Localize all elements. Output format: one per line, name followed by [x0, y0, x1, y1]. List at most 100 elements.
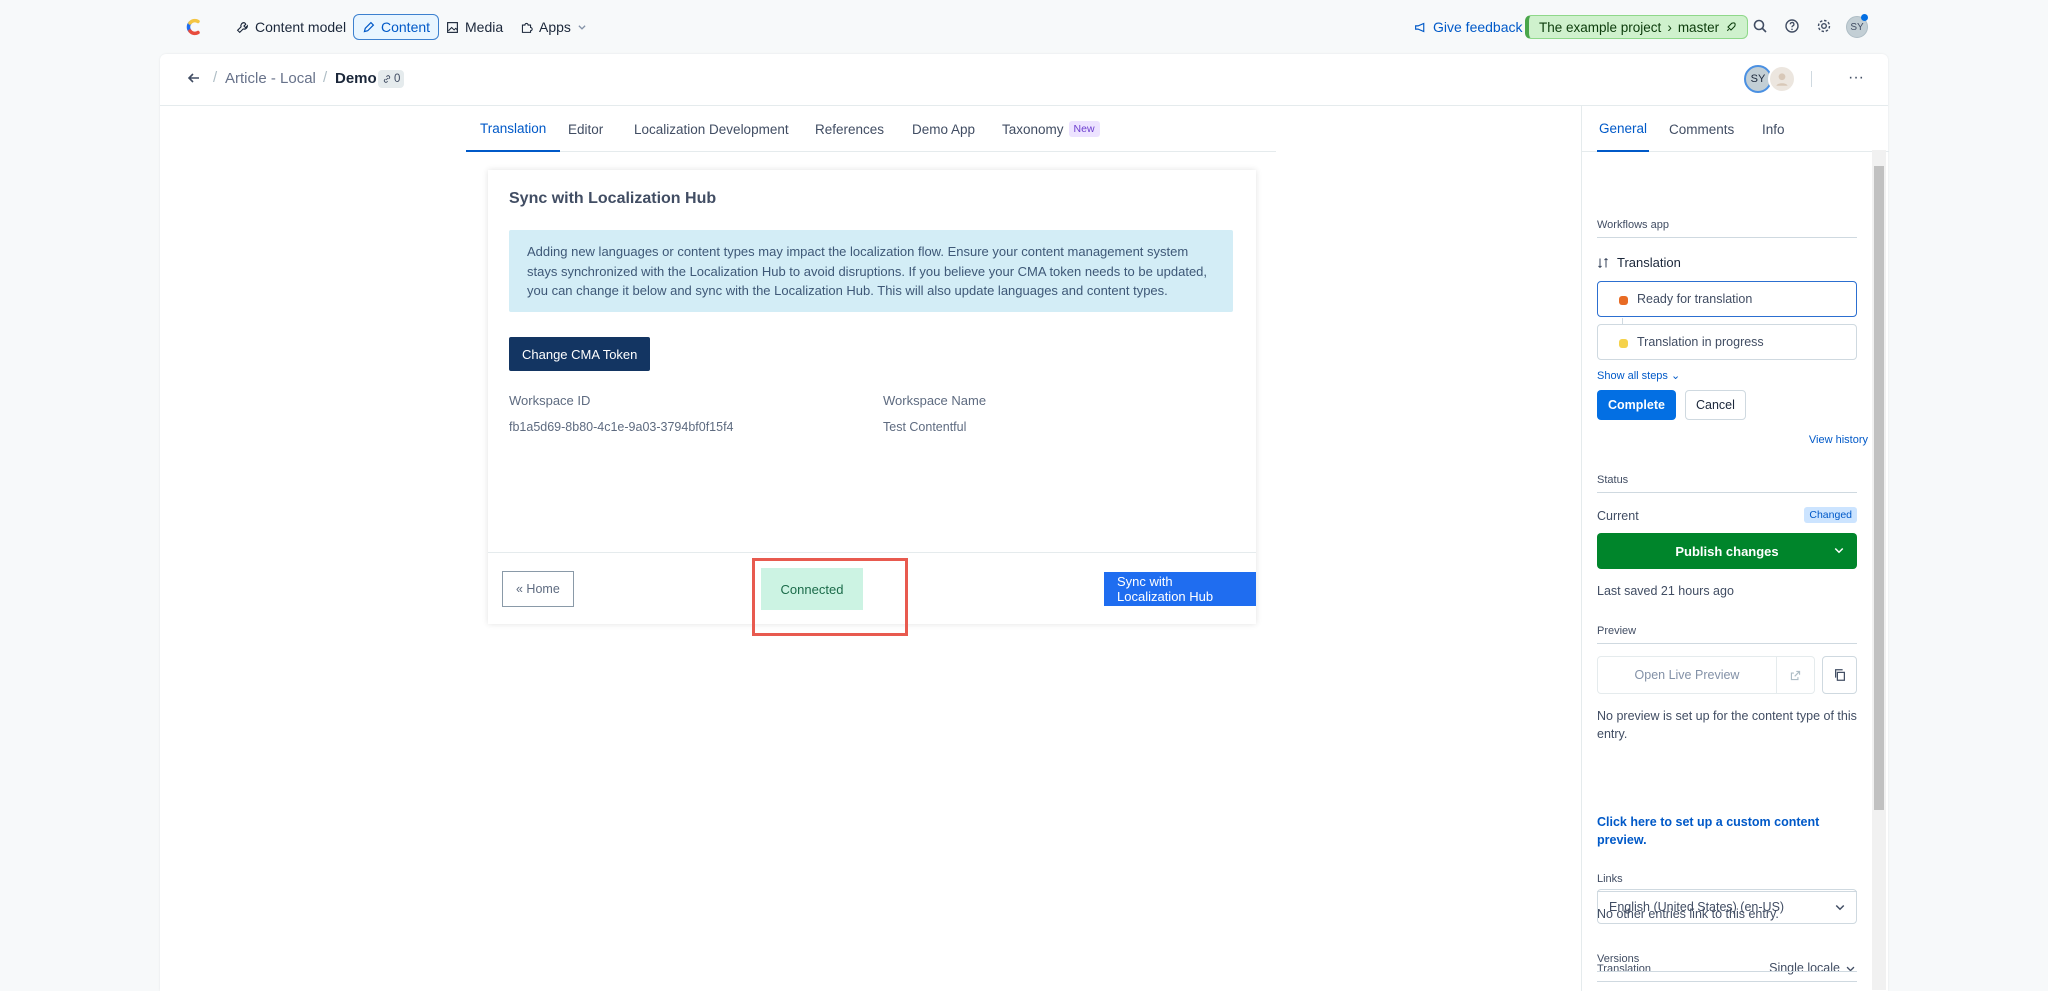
sidebar-scrollbar[interactable]	[1872, 150, 1886, 990]
tab-references-label: References	[815, 121, 885, 137]
no-preview-text: No preview is set up for the content typ…	[1597, 709, 1857, 741]
megaphone-icon	[1415, 22, 1425, 32]
workspace-name-label: Workspace Name	[883, 393, 987, 408]
breadcrumb-separator: /	[323, 69, 328, 86]
help-icon[interactable]	[1784, 18, 1802, 36]
rocket-icon	[1726, 22, 1736, 32]
chevron-down-icon	[578, 25, 586, 30]
external-link-icon[interactable]	[1777, 656, 1815, 694]
give-feedback-label: Give feedback	[1433, 19, 1523, 35]
entry-header: / Article - Local / Demo 0 SY ···	[160, 54, 1888, 106]
setup-preview-link[interactable]: Click here to set up a custom content pr…	[1597, 813, 1837, 849]
nav-apps[interactable]: Apps	[520, 14, 587, 40]
image-icon	[447, 21, 458, 33]
workspace-name-value: Test Contentful	[883, 420, 967, 434]
breadcrumb-parent[interactable]: Article - Local	[225, 70, 316, 87]
collaborator-avatar-photo[interactable]	[1768, 65, 1796, 93]
nav-content[interactable]: Content	[353, 14, 440, 40]
show-all-steps-link[interactable]: Show all steps ⌄	[1597, 369, 1680, 382]
chevron-down-icon[interactable]	[1833, 544, 1845, 556]
tab-editor[interactable]: Editor	[558, 106, 613, 152]
workflow-step-ready[interactable]: Ready for translation	[1597, 281, 1857, 317]
workflows-heading: Workflows app	[1597, 219, 1857, 238]
versions-heading: Versions	[1597, 953, 1857, 972]
sidebar-tab-comments[interactable]: Comments	[1669, 106, 1734, 152]
localization-hub-panel: Sync with Localization Hub Adding new la…	[488, 170, 1256, 636]
sidebar-tab-general[interactable]: General	[1597, 106, 1650, 152]
contentful-logo[interactable]	[183, 16, 205, 38]
give-feedback-link[interactable]: Give feedback	[1414, 14, 1523, 40]
tab-translation-label: Translation	[480, 120, 547, 136]
locale-select[interactable]: English (United States) (en-US)	[1597, 889, 1857, 924]
complete-button[interactable]: Complete	[1597, 390, 1676, 420]
chevron-down-icon: ⌄	[1671, 370, 1681, 382]
sidebar-tab-comments-label: Comments	[1669, 121, 1735, 137]
publish-label: Publish changes	[1675, 543, 1779, 559]
chevron-down-icon	[1835, 904, 1845, 911]
status-badge: Changed	[1804, 507, 1857, 523]
reference-count: 0	[394, 73, 401, 85]
entry-editor: / Article - Local / Demo 0 SY ··· Transl…	[160, 54, 1889, 991]
project-name: The example project	[1539, 19, 1662, 35]
nav-media[interactable]: Media	[446, 14, 503, 40]
gear-icon[interactable]	[1816, 18, 1834, 36]
tab-references[interactable]: References	[805, 106, 894, 152]
step-status-dot	[1619, 296, 1628, 305]
panel-title: Sync with Localization Hub	[509, 190, 717, 207]
sidebar-tab-general-label: General	[1599, 120, 1648, 136]
current-status-label: Current	[1597, 509, 1639, 523]
sidebar-tabs: General Comments Info	[1582, 106, 1889, 152]
open-live-preview-button[interactable]: Open Live Preview	[1597, 656, 1777, 694]
pen-icon	[363, 21, 375, 32]
entry-sidebar: General Comments Info Workflows app Tran…	[1581, 106, 1889, 991]
sync-localization-hub-button[interactable]: Sync with Localization Hub	[1104, 572, 1256, 606]
cancel-button[interactable]: Cancel	[1685, 390, 1746, 420]
workspace-id-value: fb1a5d69-8b80-4c1e-9a03-3794bf0f15f4	[509, 420, 734, 434]
tab-demo-app[interactable]: Demo App	[902, 106, 985, 152]
tab-translation[interactable]: Translation	[466, 106, 561, 152]
tab-taxonomy-label: Taxonomy	[1002, 121, 1064, 137]
step-status-dot	[1619, 339, 1628, 348]
tab-demo-app-label: Demo App	[912, 121, 976, 137]
entry-title: Demo	[335, 70, 377, 87]
preview-controls: Open Live Preview	[1597, 656, 1857, 694]
notification-dot	[1861, 14, 1868, 21]
change-cma-token-button[interactable]: Change CMA Token	[509, 337, 651, 371]
preview-heading: Preview	[1597, 625, 1857, 644]
puzzle-icon	[521, 22, 533, 33]
tab-editor-label: Editor	[568, 121, 604, 137]
reference-count-badge[interactable]: 0	[378, 70, 405, 88]
tab-taxonomy[interactable]: Taxonomy New	[992, 106, 1110, 152]
sidebar-tab-info[interactable]: Info	[1762, 106, 1785, 152]
more-options-icon[interactable]: ···	[1844, 68, 1868, 92]
environment-name: master	[1677, 19, 1720, 35]
workflow-step-in-progress[interactable]: Translation in progress	[1597, 324, 1857, 360]
show-all-steps-label: Show all steps	[1597, 370, 1668, 382]
workflow-title: Translation	[1597, 255, 1681, 270]
nav-media-label: Media	[465, 19, 504, 35]
nav-content-model[interactable]: Content model	[236, 14, 346, 40]
workflow-icon	[1598, 257, 1608, 268]
tab-localization-development[interactable]: Localization Development	[624, 106, 799, 152]
back-arrow-icon[interactable]	[186, 70, 206, 90]
new-badge: New	[1068, 121, 1100, 137]
nav-content-model-label: Content model	[255, 19, 347, 35]
environment-switcher[interactable]: The example project › master	[1525, 15, 1749, 39]
status-heading: Status	[1597, 474, 1857, 493]
search-icon[interactable]	[1752, 18, 1770, 36]
breadcrumb-separator: /	[213, 69, 218, 86]
chevron-right-icon: ›	[1667, 19, 1672, 35]
view-history-link[interactable]: View history	[1809, 434, 1868, 446]
sidebar-tab-info-label: Info	[1762, 121, 1785, 137]
locale-value: English (United States) (en-US)	[1609, 899, 1785, 914]
tab-localization-development-label: Localization Development	[634, 121, 789, 137]
wrench-icon	[236, 21, 248, 33]
last-saved-text: Last saved 21 hours ago	[1597, 584, 1734, 598]
scrollbar-thumb[interactable]	[1874, 166, 1884, 810]
nav-apps-label: Apps	[539, 19, 571, 35]
home-button[interactable]: « Home	[502, 571, 574, 607]
info-notice: Adding new languages or content types ma…	[509, 230, 1233, 312]
publish-changes-button[interactable]: Publish changes	[1597, 533, 1857, 569]
copy-icon[interactable]	[1822, 656, 1857, 694]
step-label: Translation in progress	[1637, 335, 1764, 349]
